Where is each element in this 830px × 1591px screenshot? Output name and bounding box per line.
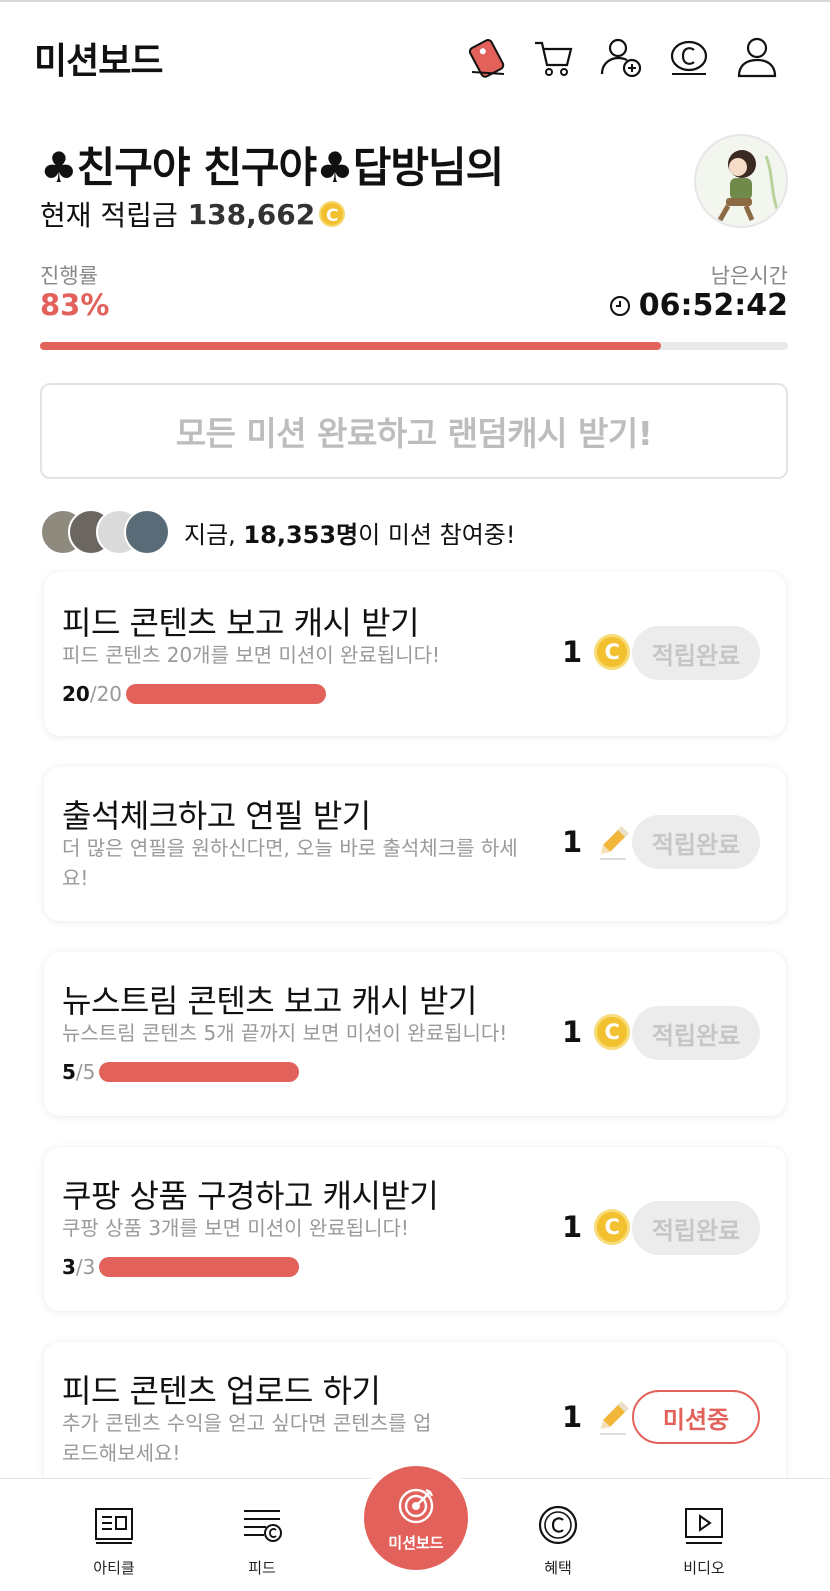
nav-article-label: 아티클 bbox=[93, 1559, 135, 1577]
coin-icon: C bbox=[319, 201, 346, 227]
mission-desc: 뉴스트림 콘텐츠 5개 끝까지 보면 미션이 완료됩니다! bbox=[62, 1021, 508, 1045]
mission-card[interactable]: 피드 콘텐츠 보고 캐시 받기 피드 콘텐츠 20개를 보면 미션이 완료됩니다… bbox=[44, 572, 786, 736]
mission-reward: 1 bbox=[562, 1398, 632, 1436]
participants-row: 지금, 18,353명이 미션 참여중! bbox=[40, 506, 515, 558]
progress-bar-fill bbox=[40, 342, 661, 350]
reward-amount: 1 bbox=[562, 635, 583, 669]
progress-bar bbox=[40, 342, 788, 350]
balance-row: 현재 적립금 138,662 C bbox=[40, 194, 346, 234]
remaining-time: 06:52:42 bbox=[609, 288, 788, 323]
nav-article[interactable]: 아티클 bbox=[54, 1479, 174, 1591]
avatar[interactable] bbox=[694, 134, 788, 228]
mission-card[interactable]: 쿠팡 상품 구경하고 캐시받기 쿠팡 상품 3개를 보면 미션이 완료됩니다! … bbox=[44, 1147, 786, 1311]
coin-icon: C bbox=[594, 634, 631, 670]
mission-desc: 더 많은 연필을 원하신다면, 오늘 바로 출석체크를 하세요! bbox=[62, 836, 518, 890]
mission-status-button[interactable]: 적립완료 bbox=[632, 1006, 760, 1060]
add-friend-icon[interactable] bbox=[598, 34, 644, 80]
remaining-time-value: 06:52:42 bbox=[638, 288, 788, 323]
mission-title: 출석체크하고 연필 받기 bbox=[62, 797, 371, 835]
profile-icon[interactable] bbox=[734, 34, 780, 80]
mission-desc: 추가 콘텐츠 수익을 얻고 싶다면 콘텐츠를 업로드해보세요! bbox=[62, 1411, 432, 1465]
mission-title: 피드 콘텐츠 보고 캐시 받기 bbox=[62, 604, 420, 642]
participants-prefix: 지금, bbox=[184, 520, 244, 549]
nav-missionboard[interactable]: 미션보드 bbox=[364, 1466, 468, 1570]
clock-icon bbox=[609, 295, 631, 317]
participants-text: 지금, 18,353명이 미션 참여중! bbox=[184, 515, 515, 550]
reward-amount: 1 bbox=[562, 1015, 583, 1049]
pencil-icon bbox=[600, 1401, 629, 1435]
mission-progress-current: 5 bbox=[62, 1060, 76, 1084]
mission-progress-bar bbox=[126, 684, 327, 704]
nav-missionboard-label: 미션보드 bbox=[388, 1534, 444, 1552]
mission-status-button[interactable]: 적립완료 bbox=[632, 626, 760, 680]
mission-progress-total: /20 bbox=[89, 682, 123, 706]
user-name: ♣친구야 친구야♣답방님의 bbox=[40, 143, 504, 192]
benefit-icon bbox=[538, 1505, 578, 1545]
mission-reward: 1 C bbox=[562, 1014, 631, 1050]
mission-status-button[interactable]: 적립완료 bbox=[632, 1201, 760, 1255]
progress-label: 진행률 bbox=[40, 264, 98, 288]
balance-label: 현재 적립금 bbox=[40, 199, 178, 232]
status-divider bbox=[0, 0, 830, 2]
nav-video[interactable]: 비디오 bbox=[644, 1479, 764, 1591]
nav-benefit-label: 혜택 bbox=[544, 1559, 572, 1577]
participants-suffix: 이 미션 참여중! bbox=[358, 520, 516, 549]
remaining-time-label: 남은시간 bbox=[710, 264, 788, 288]
mission-card[interactable]: 출석체크하고 연필 받기 더 많은 연필을 원하신다면, 오늘 바로 출석체크를… bbox=[44, 767, 786, 921]
nav-benefit[interactable]: 혜택 bbox=[498, 1479, 618, 1591]
cash-icon[interactable] bbox=[666, 34, 712, 80]
mission-title: 쿠팡 상품 구경하고 캐시받기 bbox=[62, 1177, 439, 1215]
mission-desc: 피드 콘텐츠 20개를 보면 미션이 완료됩니다! bbox=[62, 643, 441, 667]
nav-video-label: 비디오 bbox=[683, 1559, 725, 1577]
mission-reward: 1 C bbox=[562, 634, 631, 670]
reward-amount: 1 bbox=[562, 1210, 583, 1244]
mission-progress-current: 20 bbox=[62, 682, 90, 706]
mission-title: 피드 콘텐츠 업로드 하기 bbox=[62, 1372, 381, 1410]
feed-icon bbox=[244, 1510, 282, 1542]
mission-desc: 쿠팡 상품 3개를 보면 미션이 완료됩니다! bbox=[62, 1216, 409, 1240]
mission-progress-bar bbox=[99, 1062, 300, 1082]
random-cash-button[interactable]: 모든 미션 완료하고 랜덤캐시 받기! bbox=[40, 383, 788, 479]
mission-reward: 1 bbox=[562, 823, 632, 861]
participant-avatar bbox=[124, 509, 170, 555]
mission-progress: 3/3 bbox=[62, 1255, 300, 1279]
video-icon bbox=[685, 1508, 723, 1544]
pencil-icon bbox=[600, 826, 629, 860]
mission-progress: 20/20 bbox=[62, 682, 327, 706]
nav-feed-label: 피드 bbox=[248, 1559, 276, 1577]
page-title: 미션보드 bbox=[34, 41, 163, 82]
mission-progress-total: /5 bbox=[75, 1060, 96, 1084]
mission-reward: 1 C bbox=[562, 1209, 631, 1245]
participants-count: 18,353명 bbox=[243, 520, 359, 549]
article-icon bbox=[95, 1508, 133, 1544]
mission-progress-bar bbox=[99, 1257, 300, 1277]
ticket-icon[interactable] bbox=[464, 34, 510, 80]
cart-icon[interactable] bbox=[530, 34, 576, 80]
mission-card[interactable]: 뉴스트림 콘텐츠 보고 캐시 받기 뉴스트림 콘텐츠 5개 끝까지 보면 미션이… bbox=[44, 952, 786, 1116]
mission-progress-current: 3 bbox=[62, 1255, 76, 1279]
reward-amount: 1 bbox=[562, 1400, 583, 1434]
coin-icon: C bbox=[594, 1014, 631, 1050]
mission-progress-total: /3 bbox=[75, 1255, 96, 1279]
nav-feed[interactable]: 피드 bbox=[202, 1479, 322, 1591]
app-header: 미션보드 bbox=[0, 20, 830, 96]
target-icon bbox=[398, 1488, 434, 1524]
mission-status-button[interactable]: 미션중 bbox=[632, 1390, 760, 1444]
mission-progress: 5/5 bbox=[62, 1060, 300, 1084]
mission-status-button[interactable]: 적립완료 bbox=[632, 815, 760, 869]
progress-value: 83% bbox=[40, 288, 110, 322]
mission-title: 뉴스트림 콘텐츠 보고 캐시 받기 bbox=[62, 982, 477, 1020]
coin-icon: C bbox=[594, 1209, 631, 1245]
balance-value: 138,662 bbox=[187, 197, 316, 231]
reward-amount: 1 bbox=[562, 825, 583, 859]
